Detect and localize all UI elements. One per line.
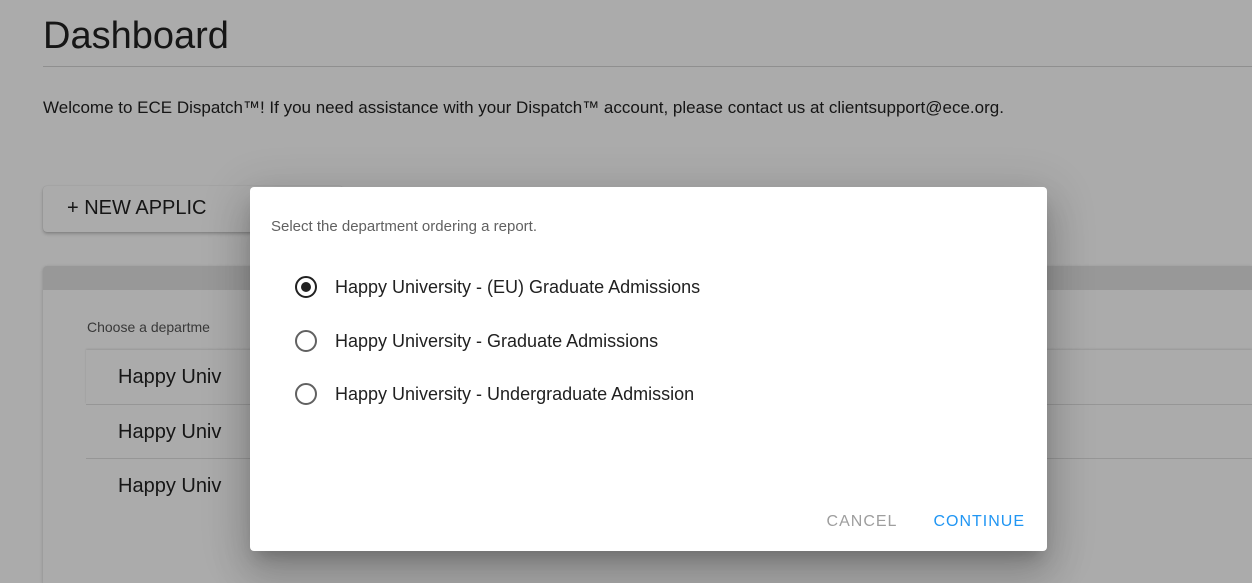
radio-option-label: Happy University - (EU) Graduate Admissi… [335, 276, 701, 297]
radio-button-icon[interactable] [295, 276, 317, 298]
radio-option-label: Happy University - Graduate Admissions [335, 330, 659, 351]
select-department-dialog: Select the department ordering a report.… [250, 187, 1047, 551]
radio-option-eu-graduate-admissions[interactable]: Happy University - (EU) Graduate Admissi… [295, 273, 700, 301]
dialog-prompt: Select the department ordering a report. [271, 218, 537, 235]
radio-option-label: Happy University - Undergraduate Admissi… [335, 383, 695, 404]
radio-option-undergraduate-admission[interactable]: Happy University - Undergraduate Admissi… [295, 380, 694, 408]
radio-button-icon[interactable] [295, 330, 317, 352]
continue-button[interactable]: CONTINUE [933, 513, 1025, 531]
cancel-button[interactable]: CANCEL [827, 513, 898, 531]
radio-button-icon[interactable] [295, 383, 317, 405]
radio-option-graduate-admissions[interactable]: Happy University - Graduate Admissions [295, 327, 658, 355]
dialog-actions: CANCEL CONTINUE [827, 513, 1025, 531]
